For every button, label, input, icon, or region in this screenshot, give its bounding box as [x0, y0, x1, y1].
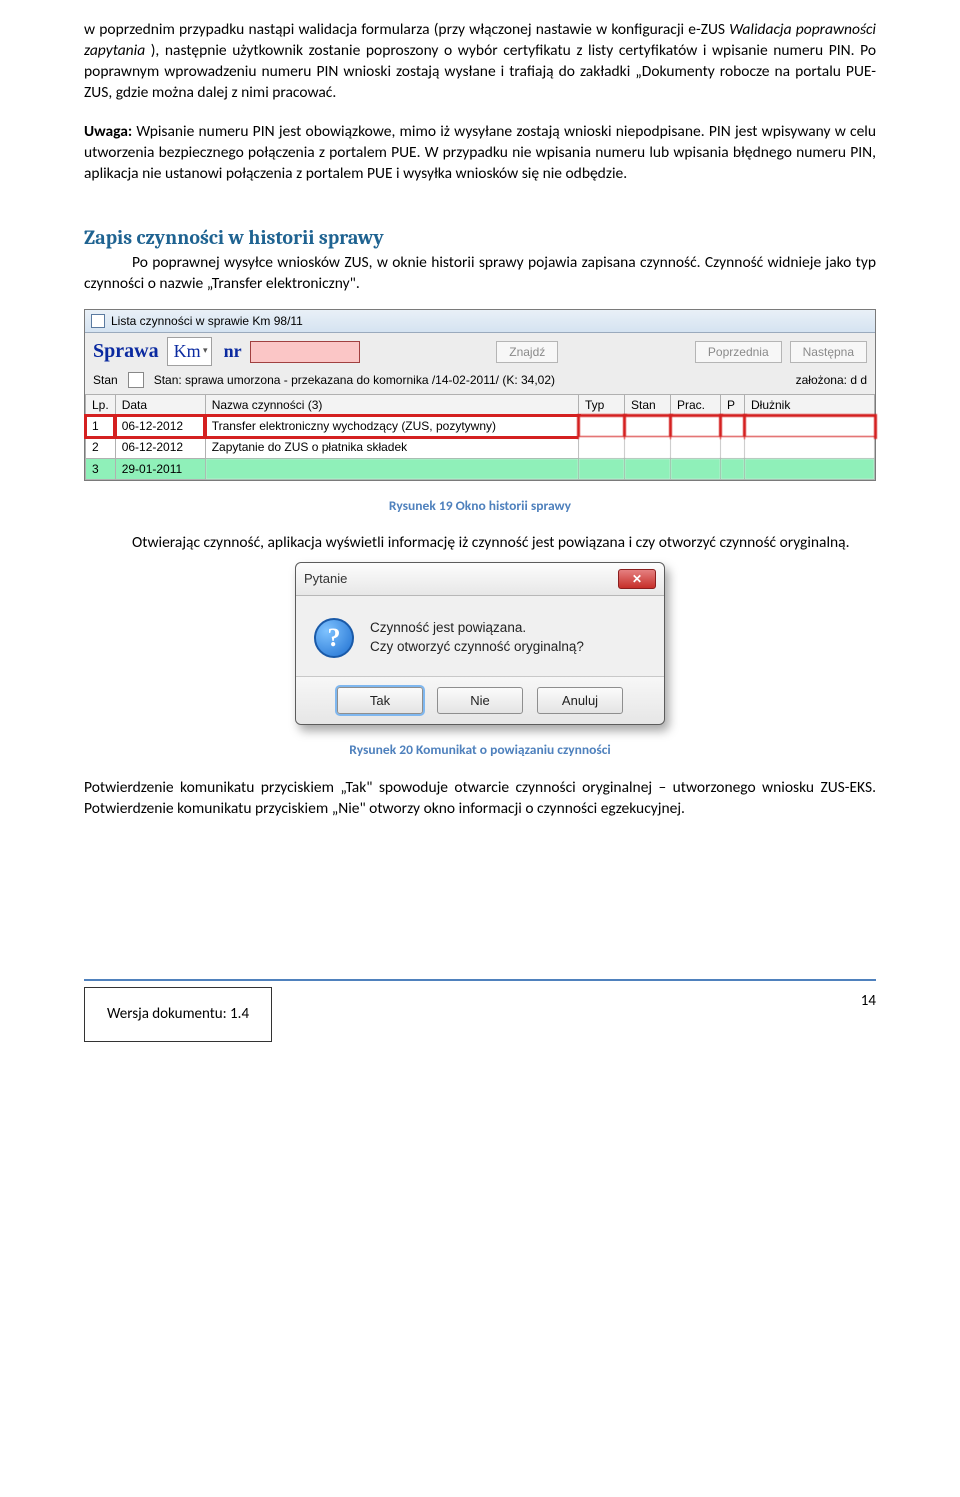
- table-header-row: Lp. Data Nazwa czynności (3) Typ Stan Pr…: [86, 394, 875, 415]
- cell: [671, 416, 721, 437]
- table-row[interactable]: 2 06-12-2012 Zapytanie do ZUS o płatnika…: [86, 437, 875, 458]
- stan-row: Stan Stan: sprawa umorzona - przekazana …: [85, 370, 875, 394]
- cell: 29-01-2011: [115, 458, 205, 479]
- cell: [205, 458, 578, 479]
- cell: [745, 437, 875, 458]
- figure-caption-20: Rysunek 20 Komunikat o powiązaniu czynno…: [84, 741, 876, 759]
- cell: [721, 458, 745, 479]
- paragraph-1: w poprzednim przypadku nastąpi walidacja…: [84, 20, 876, 104]
- cell: 3: [86, 458, 116, 479]
- paragraph-5: Potwierdzenie komunikatu przyciskiem „Ta…: [84, 778, 876, 820]
- text: Po poprawnej wysyłce wniosków ZUS, w okn…: [84, 253, 876, 293]
- screenshot-history-window: Lista czynności w sprawie Km 98/11 Spraw…: [84, 309, 876, 480]
- nie-button[interactable]: Nie: [437, 687, 523, 715]
- stan-label: Stan: [93, 372, 118, 388]
- window-icon: [91, 314, 105, 328]
- sprawa-label: Sprawa: [93, 338, 159, 365]
- version-box: Wersja dokumentu: 1.4: [84, 987, 272, 1041]
- text: Otwierając czynność, aplikacja wyświetli…: [132, 533, 850, 552]
- cell: [745, 458, 875, 479]
- close-icon[interactable]: ✕: [618, 569, 656, 589]
- page-number: 14: [861, 987, 876, 1011]
- zalozona-text: założona: d d: [796, 372, 867, 388]
- cell: 2: [86, 437, 116, 458]
- footer: Wersja dokumentu: 1.4 14: [84, 987, 876, 1041]
- cell: [625, 458, 671, 479]
- paragraph-2: Uwaga: Wpisanie numeru PIN jest obowiązk…: [84, 122, 876, 185]
- nastepna-button[interactable]: Następna: [790, 341, 867, 363]
- col-p[interactable]: P: [721, 394, 745, 415]
- km-dropdown[interactable]: Km: [167, 337, 212, 365]
- window-title: Lista czynności w sprawie Km 98/11: [111, 313, 303, 329]
- text: w poprzednim przypadku nastąpi walidacja…: [84, 20, 729, 39]
- col-lp[interactable]: Lp.: [86, 394, 116, 415]
- paragraph-4: Otwierając czynność, aplikacja wyświetli…: [84, 533, 876, 554]
- dialog-text: Czynność jest powiązana. Czy otworzyć cz…: [370, 618, 584, 657]
- cell: [745, 416, 875, 437]
- cell: [721, 437, 745, 458]
- cell: 06-12-2012: [115, 416, 205, 437]
- dialog-buttons: Tak Nie Anuluj: [296, 676, 664, 725]
- cell: [579, 458, 625, 479]
- poprzednia-button[interactable]: Poprzednia: [695, 341, 782, 363]
- figure-caption-19: Rysunek 19 Okno historii sprawy: [84, 497, 876, 515]
- col-typ[interactable]: Typ: [579, 394, 625, 415]
- text-bold: Uwaga:: [84, 122, 132, 141]
- col-prac[interactable]: Prac.: [671, 394, 721, 415]
- window-titlebar: Lista czynności w sprawie Km 98/11: [85, 310, 875, 333]
- heading-zapis: Zapis czynności w historii sprawy: [84, 224, 876, 251]
- anuluj-button[interactable]: Anuluj: [537, 687, 623, 715]
- cell: [721, 416, 745, 437]
- stan-box-icon[interactable]: [128, 372, 144, 388]
- paragraph-3: Po poprawnej wysyłce wniosków ZUS, w okn…: [84, 253, 876, 295]
- dialog-body: ? Czynność jest powiązana. Czy otworzyć …: [296, 596, 664, 676]
- nr-label: nr: [224, 339, 242, 363]
- dialog-line1: Czynność jest powiązana.: [370, 618, 584, 638]
- cell: Transfer elektroniczny wychodzący (ZUS, …: [205, 416, 578, 437]
- table-row[interactable]: 1 06-12-2012 Transfer elektroniczny wych…: [86, 416, 875, 437]
- cell: [671, 458, 721, 479]
- cell: Zapytanie do ZUS o płatnika składek: [205, 437, 578, 458]
- col-stan[interactable]: Stan: [625, 394, 671, 415]
- col-data[interactable]: Data: [115, 394, 205, 415]
- dialog-window: Pytanie ✕ ? Czynność jest powiązana. Czy…: [295, 562, 665, 726]
- dialog-line2: Czy otworzyć czynność oryginalną?: [370, 637, 584, 657]
- cell: [671, 437, 721, 458]
- nr-input[interactable]: [250, 341, 360, 363]
- stan-text: Stan: sprawa umorzona - przekazana do ko…: [154, 372, 555, 388]
- col-nazwa[interactable]: Nazwa czynności (3): [205, 394, 578, 415]
- znajdz-button[interactable]: Znajdź: [496, 341, 558, 363]
- cell: 1: [86, 416, 116, 437]
- cell: [625, 416, 671, 437]
- cell: [579, 437, 625, 458]
- text: ), następnie użytkownik zostanie poprosz…: [84, 41, 876, 102]
- sprawa-row: Sprawa Km nr Znajdź Poprzednia Następna: [85, 333, 875, 369]
- version-text: Wersja dokumentu: 1.4: [107, 1005, 249, 1023]
- cell: 06-12-2012: [115, 437, 205, 458]
- tak-button[interactable]: Tak: [337, 687, 423, 715]
- question-icon: ?: [314, 618, 354, 658]
- col-dluznik[interactable]: Dłużnik: [745, 394, 875, 415]
- screenshot-dialog: Pytanie ✕ ? Czynność jest powiązana. Czy…: [84, 562, 876, 726]
- text: Potwierdzenie komunikatu przyciskiem „Ta…: [84, 778, 876, 818]
- cell: [579, 416, 625, 437]
- text: Wpisanie numeru PIN jest obowiązkowe, mi…: [84, 122, 876, 183]
- dialog-titlebar: Pytanie ✕: [296, 563, 664, 596]
- footer-rule: [84, 979, 876, 981]
- dialog-title: Pytanie: [304, 570, 347, 588]
- history-table: Lp. Data Nazwa czynności (3) Typ Stan Pr…: [85, 394, 875, 480]
- table-row[interactable]: 3 29-01-2011: [86, 458, 875, 479]
- cell: [625, 437, 671, 458]
